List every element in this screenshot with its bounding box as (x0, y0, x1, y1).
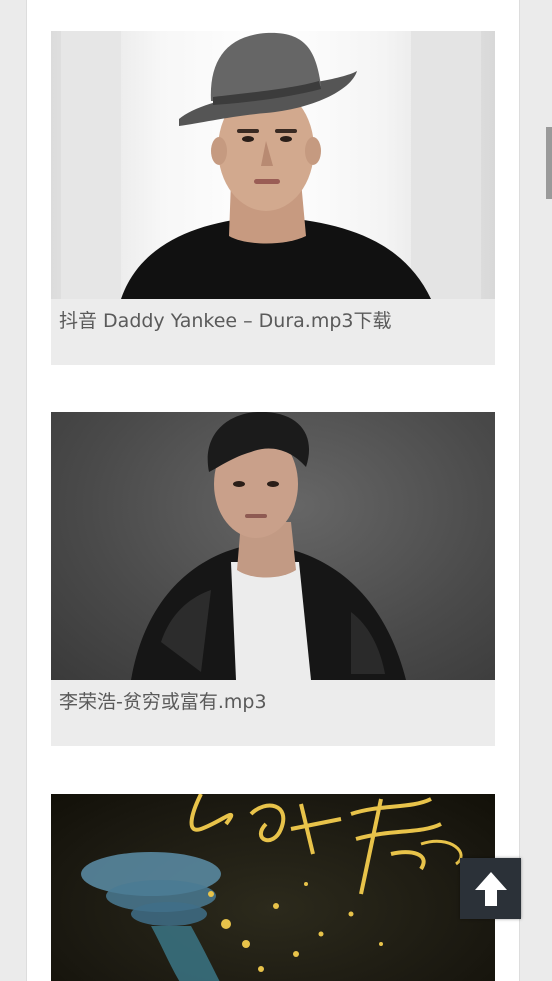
post-card[interactable] (51, 794, 495, 981)
arrow-up-icon (474, 871, 507, 906)
post-title[interactable]: 抖音 Daddy Yankee – Dura.mp3下载 (51, 299, 495, 365)
post-title[interactable]: 李荣浩-贫穷或富有.mp3 (51, 680, 495, 746)
portrait-illustration (131, 412, 406, 680)
portrait-illustration (61, 31, 481, 299)
post-card[interactable]: 李荣浩-贫穷或富有.mp3 (51, 412, 495, 746)
post-thumbnail-li-ronghao[interactable] (51, 412, 495, 680)
content-column: 抖音 Daddy Yankee – Dura.mp3下载 李荣浩-贫穷或富有.m… (26, 0, 520, 981)
album-artwork-illustration (81, 794, 463, 981)
back-to-top-button[interactable] (460, 858, 521, 919)
post-thumbnail-album-artwork[interactable] (51, 794, 495, 981)
post-thumbnail-daddy-yankee[interactable] (51, 31, 495, 299)
scrollbar-thumb[interactable] (546, 127, 552, 199)
post-card[interactable]: 抖音 Daddy Yankee – Dura.mp3下载 (51, 31, 495, 365)
